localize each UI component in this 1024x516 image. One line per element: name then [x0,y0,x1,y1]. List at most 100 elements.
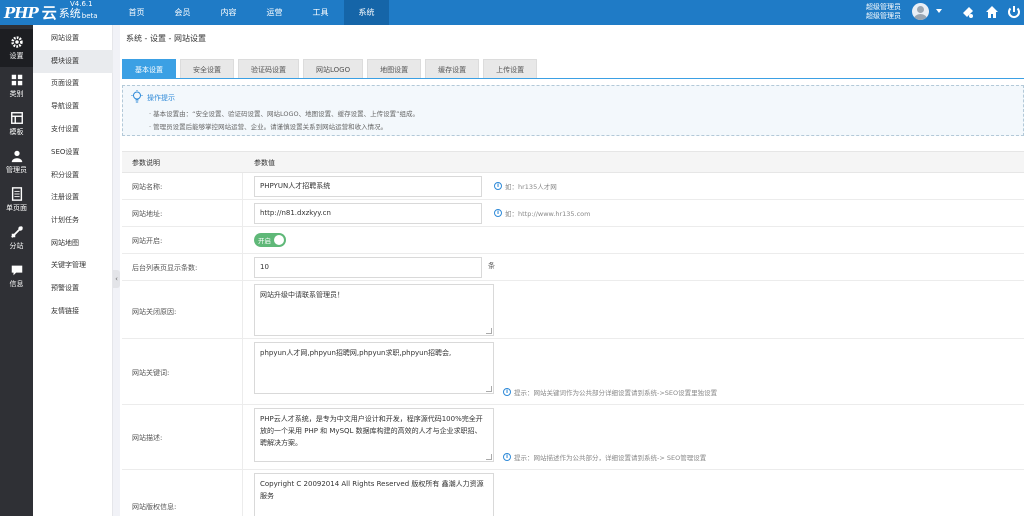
page-size-unit: 条 [488,262,495,270]
rail-label: 信息 [9,280,24,288]
site-url-input[interactable]: http://n81.dxzkyy.cn [254,203,482,224]
tab-upload[interactable]: 上传设置 [483,59,538,79]
sidebar-item-page-settings[interactable]: 页面设置 [33,72,113,95]
info-icon: i [503,388,511,396]
header-param: 参数说明 [132,159,160,167]
tab-captcha[interactable]: 验证码设置 [238,59,299,79]
sidebar-item-register-settings[interactable]: 注册设置 [33,186,113,209]
tips-title: 操作提示 [147,94,175,102]
message-icon [11,265,22,276]
table-row: 网站地址: http://n81.dxzkyy.cn i 如：http://www… [122,200,1024,227]
nav-content[interactable]: 内容 [206,0,251,25]
table-header: 参数说明 参数值 [122,151,1024,173]
sub-sidebar: 网站设置 模块设置 页面设置 导航设置 支付设置 SEO设置 积分设置 注册设置… [33,25,113,516]
nav-tools[interactable]: 工具 [298,0,343,25]
tab-cache[interactable]: 缓存设置 [425,59,480,79]
field-label: 网站关键词: [132,369,170,377]
rail-label: 分站 [9,242,24,250]
description-textarea[interactable]: PHP云人才系统，是专为中文用户设计和开发，程序源代码100%完全开放的一个采用… [254,408,494,462]
site-name-hint: i 如：hr135人才网 [494,181,557,191]
sidebar-item-seo-settings[interactable]: SEO设置 [33,141,113,164]
settings-tabs: 基本设置 安全设置 验证码设置 网站LOGO 地图设置 缓存设置 上传设置 [122,59,541,79]
info-icon: i [503,453,511,461]
avatar[interactable] [912,3,929,20]
field-label: 后台列表页显示条数: [132,264,198,272]
rail-label: 设置 [9,52,24,60]
sidebar-item-friend-links[interactable]: 友情链接 [33,300,113,323]
icon-rail: 设置 类别 模板 管理员 单页面 分站 信息 [0,25,33,516]
rail-item-substation[interactable]: 分站 [0,219,33,257]
field-label: 网站名称: [132,183,163,191]
header-value: 参数值 [254,159,275,167]
sidebar-item-sitemap[interactable]: 网站地图 [33,232,113,255]
site-name-input[interactable]: PHPYUN人才招聘系统 [254,176,482,197]
sidebar-item-warning[interactable]: 预警设置 [33,277,113,300]
sidebar-item-cron[interactable]: 计划任务 [33,209,113,232]
rail-item-category[interactable]: 类别 [0,67,33,105]
sidebar-collapse-handle[interactable]: ‹ [113,270,120,288]
nav-operations[interactable]: 运营 [252,0,297,25]
main-panel: 系统 - 设置 - 网站设置 基本设置 安全设置 验证码设置 网站LOGO 地图… [120,25,1024,516]
sidebar-item-points-settings[interactable]: 积分设置 [33,164,113,187]
table-row: 网站开启: 开启 [122,227,1024,254]
logo-beta: beta [81,11,98,20]
rail-item-message[interactable]: 信息 [0,257,33,295]
rail-item-template[interactable]: 模板 [0,105,33,143]
rail-item-settings[interactable]: 设置 [0,29,33,67]
tab-security[interactable]: 安全设置 [180,59,234,79]
nav-members[interactable]: 会员 [160,0,205,25]
field-label: 网站地址: [132,210,163,218]
rail-label: 管理员 [6,166,27,174]
logo[interactable]: PHP 云 系统 beta V4.6.1 [4,0,98,23]
keywords-textarea[interactable]: phpyun人才网,phpyun招聘网,phpyun求职,phpyun招聘会, [254,342,494,394]
template-icon [10,112,23,124]
tips-line-2: · 管理员设置后能够掌控网站运营、企业。请谨慎设置关系到网站运营和收入情况。 [149,123,388,131]
site-open-toggle[interactable]: 开启 [254,233,286,247]
top-nav: 首页 会员 内容 运营 工具 系统 [114,0,390,25]
sidebar-item-keywords[interactable]: 关键字管理 [33,254,113,277]
table-row: 后台列表页显示条数: 10 条 [122,254,1024,281]
logo-php: PHP [4,3,39,22]
info-icon: i [494,209,502,217]
chevron-down-icon[interactable] [936,9,942,13]
table-row: 网站关闭原因: 网站升级中请联系管理员！ [122,281,1024,339]
skin-icon[interactable] [960,4,976,20]
site-url-hint: i 如：http://www.hr135.com [494,208,590,218]
info-icon: i [494,182,502,190]
table-row: 网站名称: PHPYUN人才招聘系统 i 如：hr135人才网 [122,173,1024,200]
rail-item-admin[interactable]: 管理员 [0,143,33,181]
tab-logo[interactable]: 网站LOGO [303,59,364,79]
logout-icon[interactable] [1006,4,1022,20]
rail-label: 模板 [9,128,24,136]
tab-map[interactable]: 地图设置 [367,59,422,79]
sidebar-item-pay-settings[interactable]: 支付设置 [33,118,113,141]
tab-basic[interactable]: 基本设置 [122,59,176,79]
copyright-textarea[interactable]: Copyright C 20092014 All Rights Reserved… [254,473,494,516]
rail-item-page[interactable]: 单页面 [0,181,33,219]
page-icon [11,187,22,201]
page-size-input[interactable]: 10 [254,257,482,278]
user-role: 超级管理员 [866,3,901,11]
gear-icon [10,36,23,48]
sidebar-item-nav-settings[interactable]: 导航设置 [33,95,113,118]
logo-yun: 云 [41,4,57,22]
home-icon[interactable] [984,4,1000,20]
field-label: 网站开启: [132,237,163,245]
table-row: 网站版权信息: Copyright C 20092014 All Rights … [122,470,1024,516]
sidebar-item-site-settings[interactable]: 网站设置 [33,27,113,50]
description-hint: i 提示：网站描述作为公共部分，详细设置请到系统-> SEO管理设置 [503,452,706,462]
field-label: 网站描述: [132,434,163,442]
nav-system[interactable]: 系统 [344,0,389,25]
breadcrumb: 系统 - 设置 - 网站设置 [126,34,206,43]
keywords-hint: i 提示：网站关键词作为公共部分详细设置请到系统->SEO设置里独设置 [503,387,717,397]
table-row: 网站关键词: phpyun人才网,phpyun招聘网,phpyun求职,phpy… [122,339,1024,405]
field-label: 网站关闭原因: [132,308,177,316]
category-icon [11,74,22,86]
toggle-label: 开启 [258,237,271,245]
nav-home[interactable]: 首页 [114,0,159,25]
close-reason-textarea[interactable]: 网站升级中请联系管理员！ [254,284,494,336]
sidebar-item-module-settings[interactable]: 模块设置 [33,50,113,73]
rail-label: 类别 [9,90,24,98]
user-name: 超级管理员 [866,12,901,20]
substation-icon [10,226,23,238]
